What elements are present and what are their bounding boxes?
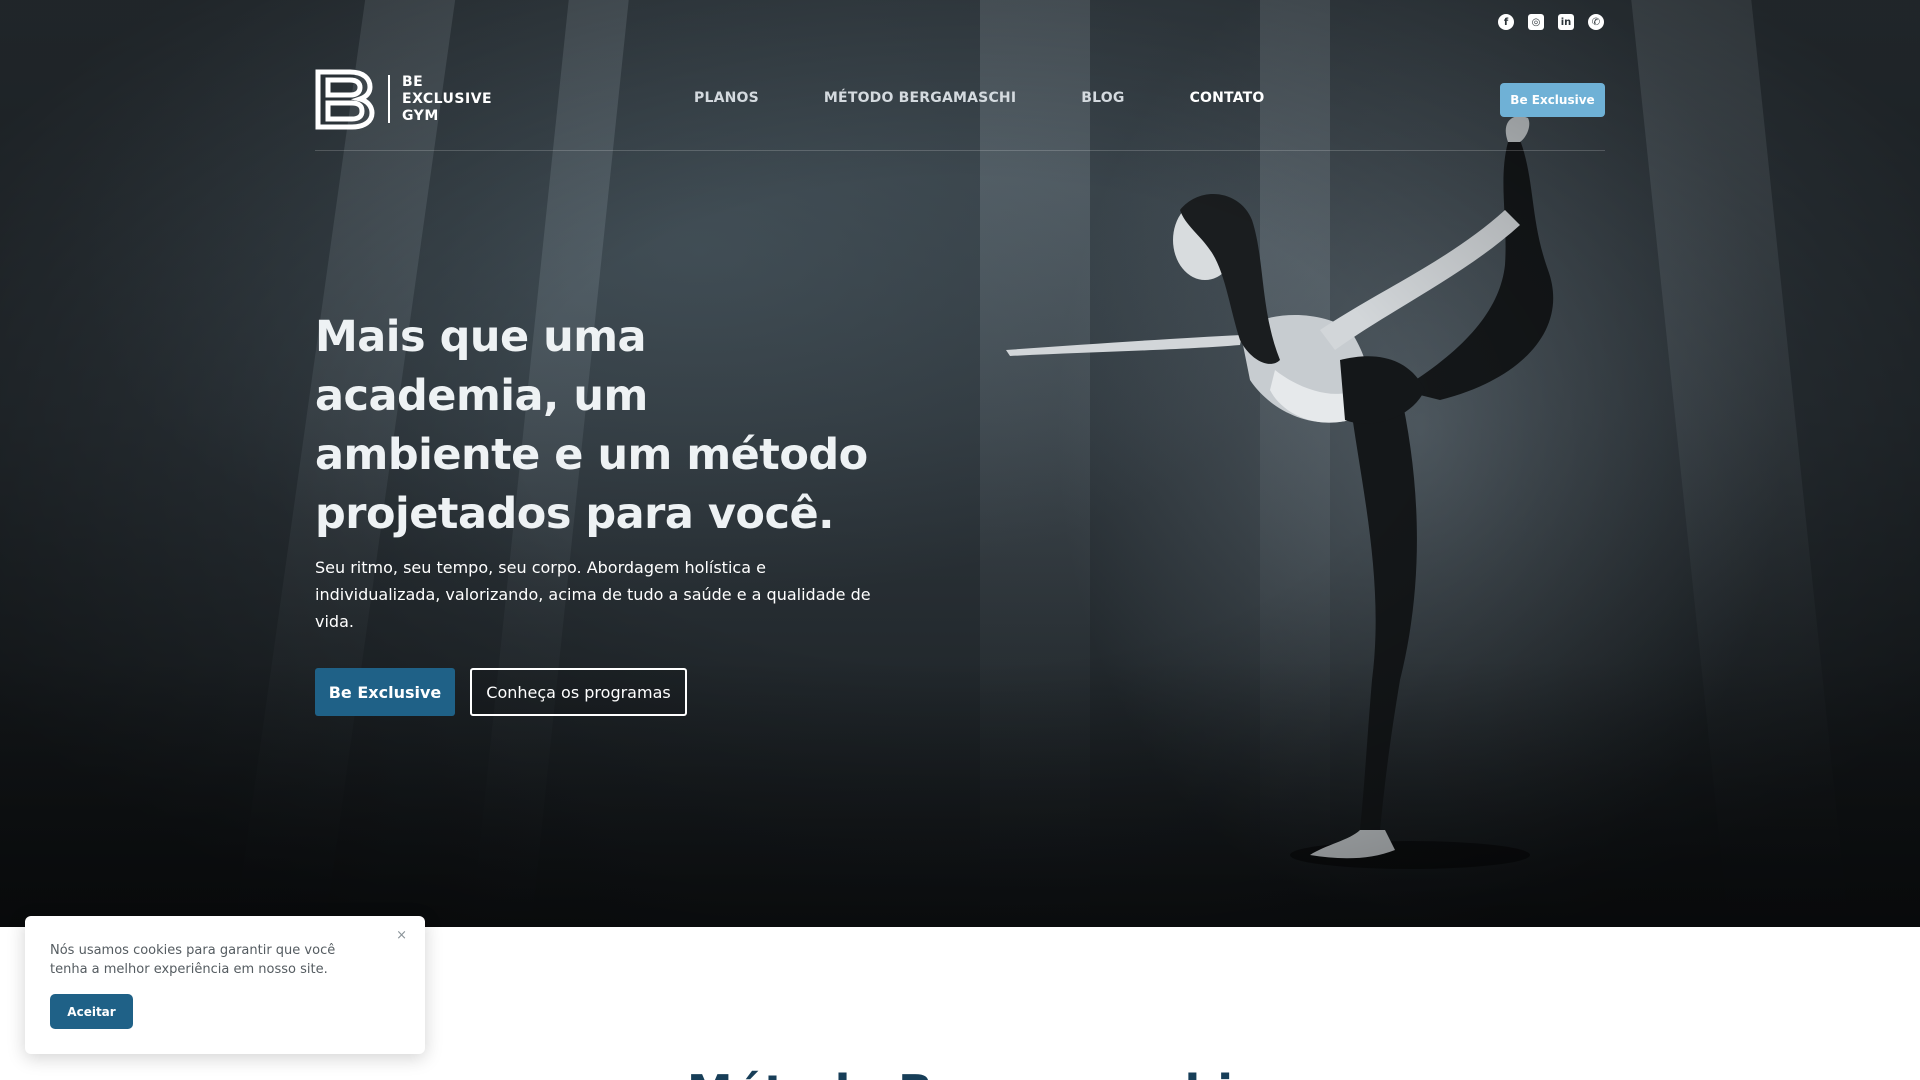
vignette	[0, 0, 1920, 927]
logo-line-1: BE	[402, 73, 424, 90]
hero-section	[0, 0, 1920, 927]
logo-separator	[388, 75, 390, 123]
linkedin-icon[interactable]: in	[1558, 14, 1574, 30]
logo-line-2: EXCLUSIVE	[402, 90, 493, 107]
nav-item-contato[interactable]: CONTATO	[1190, 90, 1265, 106]
cookie-text: Nós usamos cookies para garantir que voc…	[50, 943, 336, 977]
programs-button[interactable]: Conheça os programas	[470, 668, 687, 716]
logo-line-3: GYM	[402, 107, 439, 124]
logo-wordmark: BE EXCLUSIVE GYM	[402, 74, 492, 125]
cookie-banner: × Nós usamos cookies para garantir que v…	[25, 916, 425, 1054]
hero-subtitle: Seu ritmo, seu tempo, seu corpo. Abordag…	[315, 558, 871, 631]
nav-item-planos[interactable]: PLANOS	[694, 90, 759, 106]
nav-item-metodo[interactable]: MÉTODO BERGAMASCHI	[824, 90, 1016, 106]
instagram-icon[interactable]: ◎	[1528, 14, 1544, 30]
close-icon[interactable]: ×	[396, 928, 407, 943]
accept-cookies-button[interactable]: Aceitar	[50, 994, 133, 1029]
section-heading: Método Bergamaschi	[0, 1062, 1920, 1080]
header-divider	[315, 150, 1605, 151]
main-nav: PLANOS MÉTODO BERGAMASCHI BLOG CONTATO	[694, 90, 1330, 106]
be-exclusive-button[interactable]: Be Exclusive	[315, 668, 455, 716]
brand-logo[interactable]: BE EXCLUSIVE GYM	[314, 68, 492, 130]
nav-item-blog[interactable]: BLOG	[1081, 90, 1124, 106]
header-cta-button[interactable]: Be Exclusive	[1500, 83, 1605, 117]
whatsapp-icon[interactable]: ✆	[1588, 14, 1604, 30]
logo-b-mark	[315, 69, 375, 130]
facebook-icon[interactable]: f	[1498, 14, 1514, 30]
hero-title: Mais que uma academia, um ambiente e um …	[315, 312, 868, 539]
social-bar: f ◎ in ✆	[1498, 14, 1604, 30]
